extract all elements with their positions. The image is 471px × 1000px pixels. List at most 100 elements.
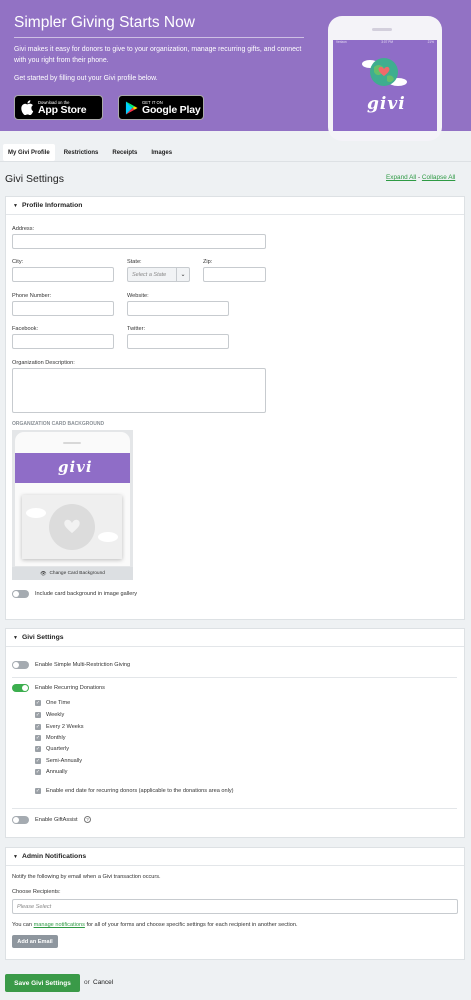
zip-label: Zip: (203, 259, 213, 265)
description-label: Organization Description: (12, 360, 75, 366)
change-bg-label: Change Card Background (49, 571, 105, 576)
website-label: Website: (127, 293, 149, 299)
twitter-label: Twitter: (127, 326, 146, 332)
freq-checkbox-one-time[interactable]: ✓ (35, 700, 41, 706)
add-email-button[interactable]: Add an Email (12, 935, 58, 948)
app-store-button[interactable]: Download on the App Store (14, 95, 103, 120)
facebook-input[interactable] (12, 334, 114, 349)
twitter-input[interactable] (127, 334, 229, 349)
gallery-label: Include card background in image gallery (35, 591, 137, 597)
admin-intro: Notify the following by email when a Giv… (12, 874, 161, 880)
caret-down-icon: ▼ (13, 634, 18, 641)
tab-my-givi-profile[interactable]: My Givi Profile (3, 144, 55, 161)
state-select[interactable]: Select a State ⌄ (127, 267, 190, 282)
city-label: City: (12, 259, 24, 265)
tab-restrictions[interactable]: Restrictions (59, 144, 104, 161)
givi-settings-panel-title: Givi Settings (21, 634, 64, 641)
profile-panel-title: Profile Information (21, 202, 83, 209)
save-button[interactable]: Save Givi Settings (5, 974, 80, 992)
chevron-down-icon: ⌄ (176, 268, 189, 281)
expand-all-link[interactable]: Expand All (386, 174, 416, 181)
google-play-button[interactable]: GET IT ON Google Play (118, 95, 204, 120)
page-title: Givi Settings (5, 173, 64, 185)
banner-text: Givi makes it easy for donors to give to… (14, 46, 302, 64)
tab-images[interactable]: Images (146, 144, 177, 161)
freq-checkbox-semi-annually[interactable]: ✓ (35, 758, 41, 764)
collapse-all-link[interactable]: Collapse All (422, 174, 455, 181)
card-givi-logo: givi (58, 458, 93, 476)
address-input[interactable] (12, 234, 266, 249)
city-input[interactable] (12, 267, 114, 282)
admin-note: You can manage notifications for all of … (12, 922, 298, 928)
recurring-label: Enable Recurring Donations (35, 685, 105, 691)
simple-multi-toggle[interactable] (12, 661, 29, 669)
givi-settings-panel: ▼ Givi Settings (5, 628, 465, 838)
end-date-label: Enable end date for recurring donors (ap… (46, 788, 234, 794)
profile-panel-header[interactable]: ▼ Profile Information (6, 197, 464, 215)
givi-logo: givi (367, 94, 406, 114)
phone-input[interactable] (12, 301, 114, 316)
help-icon[interactable]: ? (84, 816, 91, 823)
simple-multi-label: Enable Simple Multi-Restriction Giving (35, 662, 131, 668)
or-text: or (84, 979, 90, 986)
end-date-checkbox[interactable]: ✓ (35, 788, 41, 794)
banner-cta-text: Get started by filling out your Givi pro… (14, 75, 158, 82)
card-bg-heading: ORGANIZATION CARD BACKGROUND (12, 421, 105, 427)
caret-down-icon: ▼ (13, 853, 18, 860)
freq-label-every-2-weeks: Every 2 Weeks (46, 724, 84, 730)
phone-speaker (372, 28, 392, 31)
freq-label-monthly: Monthly (46, 735, 66, 741)
freq-label-semi-annually: Semi-Annually (46, 758, 83, 764)
phone-status-bar: Verizon 3:07 PM 21% (336, 40, 434, 46)
banner-title: Simpler Giving Starts Now (14, 14, 195, 31)
freq-label-annually: Annually (46, 769, 68, 775)
description-textarea[interactable] (12, 368, 266, 413)
freq-checkbox-quarterly[interactable]: ✓ (35, 746, 41, 752)
tab-receipts[interactable]: Receipts (107, 144, 142, 161)
facebook-label: Facebook: (12, 326, 39, 332)
gallery-toggle[interactable] (12, 590, 29, 598)
app-store-big: App Store (38, 103, 87, 116)
recipients-select[interactable]: Please Select (12, 899, 458, 914)
zip-input[interactable] (203, 267, 266, 282)
freq-checkbox-weekly[interactable]: ✓ (35, 712, 41, 718)
admin-panel-title: Admin Notifications (21, 853, 87, 860)
recipients-label: Choose Recipients: (12, 889, 61, 895)
recurring-toggle[interactable] (12, 684, 29, 692)
banner-divider (14, 37, 304, 38)
settings-divider (12, 808, 457, 809)
expand-collapse-links: Expand All - Collapse All (386, 174, 455, 181)
tab-bar: My Givi Profile Restrictions Receipts Im… (0, 144, 177, 162)
change-bg-button[interactable]: 👁 Change Card Background (12, 567, 133, 580)
freq-label-one-time: One Time (46, 700, 71, 706)
phone-time: 3:07 PM (381, 40, 394, 44)
eye-icon: 👁 (40, 570, 47, 577)
givi-settings-panel-header[interactable]: ▼ Givi Settings (6, 629, 464, 647)
admin-panel-header[interactable]: ▼ Admin Notifications (6, 848, 464, 866)
link-separator: - (417, 174, 421, 181)
giftassist-label: Enable GiftAssist (35, 817, 78, 823)
cancel-link[interactable]: Cancel (93, 979, 113, 986)
address-label: Address: (12, 226, 35, 232)
website-input[interactable] (127, 301, 229, 316)
settings-divider (12, 677, 457, 678)
phone-carrier: Verizon (336, 40, 347, 44)
globe-heart-icon (362, 58, 407, 86)
card-globe-icon (26, 504, 118, 550)
card-phone-speaker (63, 442, 81, 444)
admin-note-prefix: You can (12, 922, 33, 928)
freq-checkbox-monthly[interactable]: ✓ (35, 735, 41, 741)
giftassist-toggle[interactable] (12, 816, 29, 824)
phone-label: Phone Number: (12, 293, 52, 299)
caret-down-icon: ▼ (13, 202, 18, 209)
apple-icon (21, 100, 34, 115)
freq-label-weekly: Weekly (46, 712, 65, 718)
freq-checkbox-annually[interactable]: ✓ (35, 769, 41, 775)
manage-notifications-link[interactable]: manage notifications (34, 922, 85, 928)
state-select-value: Select a State (132, 271, 167, 278)
google-play-big: Google Play (142, 103, 201, 116)
phone-battery: 21% (427, 40, 434, 44)
admin-note-suffix: for all of your forms and choose specifi… (86, 922, 298, 928)
freq-checkbox-every-2-weeks[interactable]: ✓ (35, 724, 41, 730)
freq-label-quarterly: Quarterly (46, 746, 70, 752)
